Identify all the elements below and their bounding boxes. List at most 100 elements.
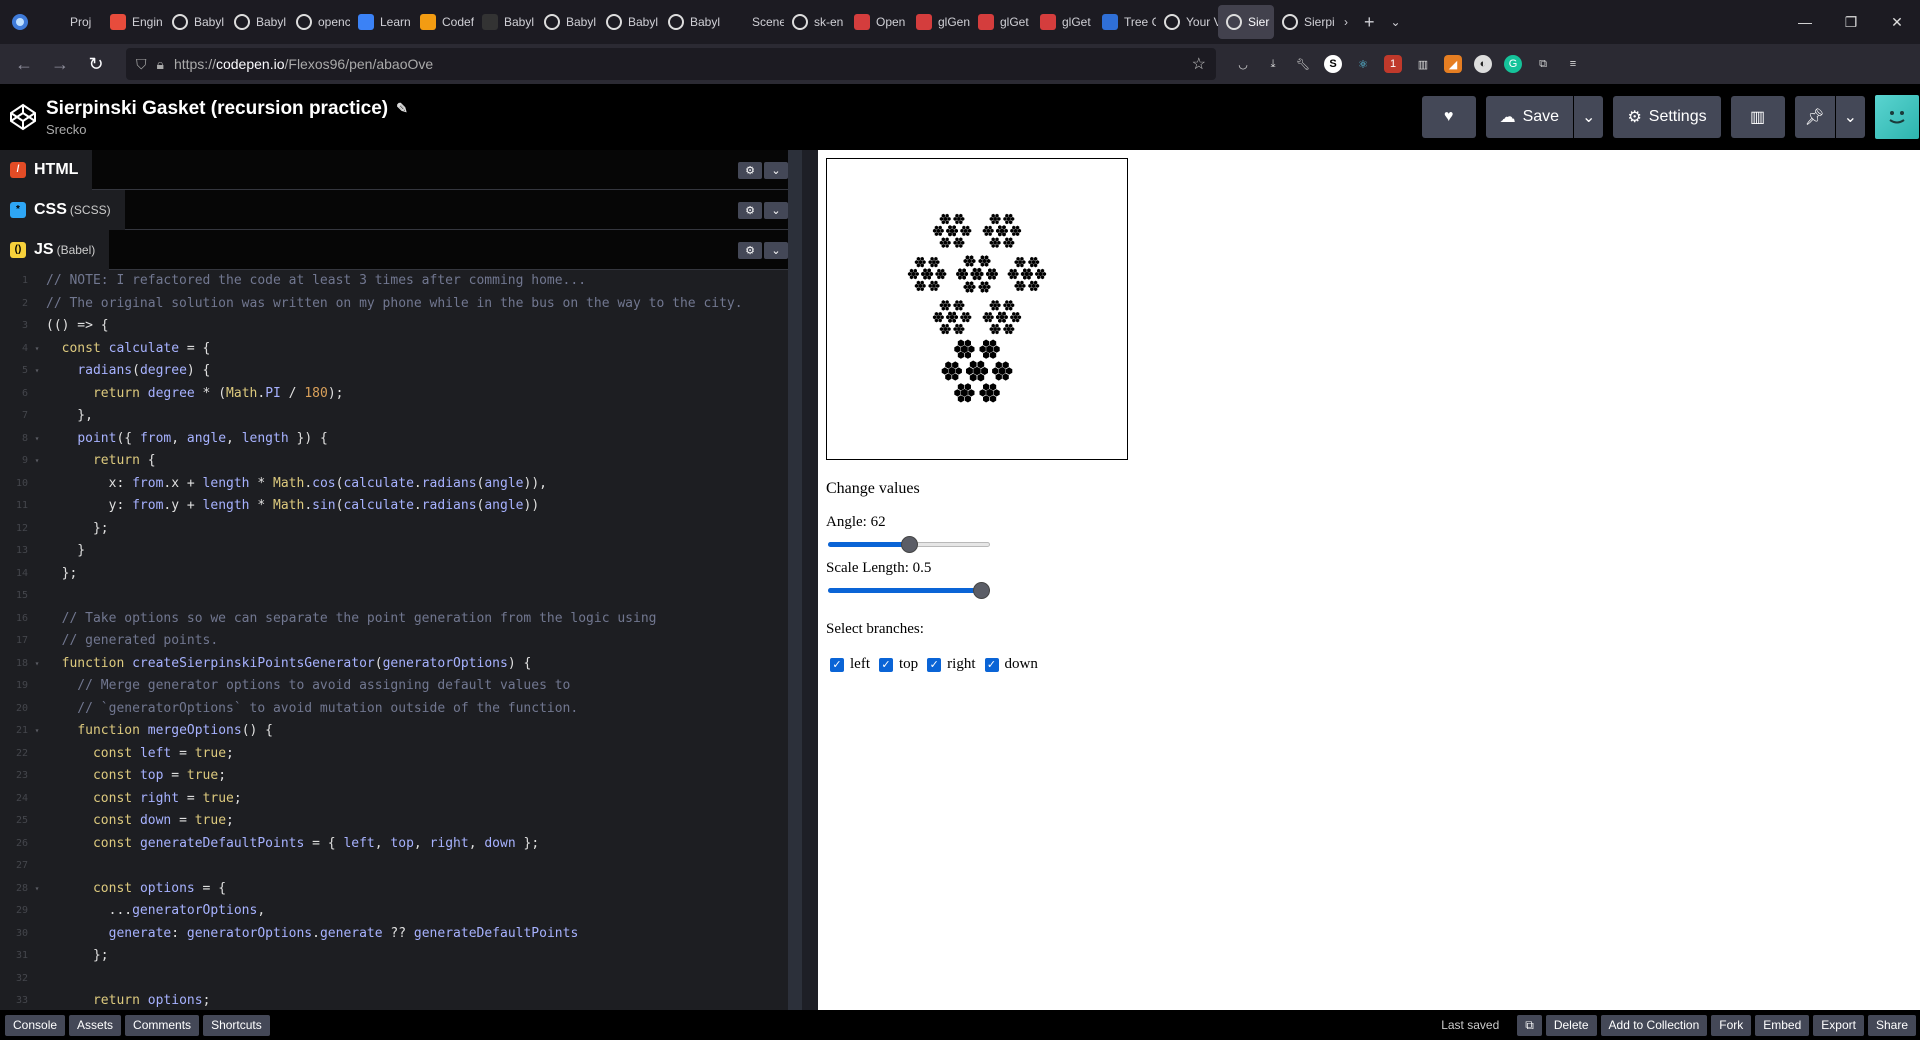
embed-button[interactable]: Embed	[1755, 1014, 1810, 1036]
checkbox-right[interactable]: ✓	[927, 657, 942, 672]
delete-button[interactable]: Delete	[1545, 1014, 1597, 1036]
angle-slider-thumb[interactable]	[901, 536, 918, 553]
browser-tab[interactable]: Babyl	[164, 5, 226, 39]
browser-tab[interactable]: Sierpi	[1274, 5, 1336, 39]
html-panel-chevron-icon[interactable]: ⌄	[764, 162, 788, 179]
wrench-icon[interactable]: 🔧︎	[1294, 55, 1312, 73]
fold-arrow-icon[interactable]	[28, 855, 46, 878]
code-line[interactable]: 30 generate: generatorOptions.generate ?…	[0, 923, 788, 946]
pin-options-chevron-icon[interactable]: ⌄	[1835, 96, 1865, 138]
save-button[interactable]: ☁ Save	[1485, 96, 1574, 138]
browser-tab[interactable]: Learn	[350, 5, 412, 39]
browser-tab[interactable]: Tree G	[1094, 5, 1156, 39]
code-line[interactable]: 12 };	[0, 518, 788, 541]
browser-tab[interactable]: glGet	[1032, 5, 1094, 39]
code-line[interactable]: 33 return options;	[0, 990, 788, 1010]
fold-arrow-icon[interactable]: ▾	[28, 450, 46, 473]
fold-arrow-icon[interactable]	[28, 405, 46, 428]
shortcuts-button[interactable]: Shortcuts	[203, 1014, 270, 1036]
columns-extension-icon[interactable]: ▥	[1414, 55, 1432, 73]
forward-arrow-icon[interactable]: →	[42, 48, 78, 80]
fold-arrow-icon[interactable]	[28, 518, 46, 541]
back-arrow-icon[interactable]: ←	[6, 48, 42, 80]
code-line[interactable]: 10 x: from.x + length * Math.cos(calcula…	[0, 473, 788, 496]
fold-arrow-icon[interactable]	[28, 540, 46, 563]
export-button[interactable]: Export	[1813, 1014, 1864, 1036]
fold-arrow-icon[interactable]	[28, 968, 46, 991]
fold-arrow-icon[interactable]	[28, 698, 46, 721]
code-line[interactable]: 17 // generated points.	[0, 630, 788, 653]
code-line[interactable]: 11 y: from.y + length * Math.sin(calcula…	[0, 495, 788, 518]
fold-arrow-icon[interactable]	[28, 495, 46, 518]
code-line[interactable]: 29 ...generatorOptions,	[0, 900, 788, 923]
love-button[interactable]: ♥	[1421, 96, 1476, 138]
code-line[interactable]: 20 // `generatorOptions` to avoid mutati…	[0, 698, 788, 721]
code-line[interactable]: 4 ▾ const calculate = {	[0, 338, 788, 361]
dark-reader-icon[interactable]: ◐	[1474, 55, 1492, 73]
browser-tab[interactable]: Engin	[102, 5, 164, 39]
browser-tab[interactable]: Babyl	[226, 5, 288, 39]
fold-arrow-icon[interactable]	[28, 315, 46, 338]
browser-tab[interactable]: Babyl	[536, 5, 598, 39]
js-panel-chevron-icon[interactable]: ⌄	[764, 242, 788, 259]
fold-arrow-icon[interactable]: ▾	[28, 360, 46, 383]
ublock-icon[interactable]: 1	[1384, 55, 1402, 73]
code-line[interactable]: 16 // Take options so we can separate th…	[0, 608, 788, 631]
lock-icon[interactable]: 🔒︎	[157, 56, 164, 73]
code-line[interactable]: 32	[0, 968, 788, 991]
layout-button[interactable]: ▥	[1730, 96, 1785, 138]
css-panel-chevron-icon[interactable]: ⌄	[764, 202, 788, 219]
pocket-icon[interactable]: ◡	[1234, 55, 1252, 73]
code-line[interactable]: 23 const top = true;	[0, 765, 788, 788]
checkbox-top[interactable]: ✓	[879, 657, 893, 672]
fold-arrow-icon[interactable]	[28, 833, 46, 856]
browser-tab[interactable]: Sier×	[1218, 5, 1274, 39]
browser-tab[interactable]: sk-en	[784, 5, 846, 39]
scale-length-slider-thumb[interactable]	[973, 582, 990, 599]
fold-arrow-icon[interactable]	[28, 765, 46, 788]
fold-arrow-icon[interactable]	[28, 473, 46, 496]
minimize-icon[interactable]: —	[1782, 0, 1828, 44]
fold-arrow-icon[interactable]: ▾	[28, 878, 46, 901]
checkbox-label-right[interactable]: right	[947, 656, 975, 673]
browser-tab[interactable]: glGet	[970, 5, 1032, 39]
codepen-logo-icon[interactable]	[0, 103, 46, 131]
js-code-editor[interactable]: 1 // NOTE: I refactored the code at least…	[0, 270, 788, 1010]
browser-tab[interactable]: Babyl	[660, 5, 722, 39]
fold-arrow-icon[interactable]	[28, 585, 46, 608]
scale-length-slider[interactable]	[828, 582, 990, 599]
code-line[interactable]: 8 ▾ point({ from, angle, length }) {	[0, 428, 788, 451]
fold-arrow-icon[interactable]	[28, 675, 46, 698]
fold-arrow-icon[interactable]: ▾	[28, 338, 46, 361]
app-menu-icon[interactable]: ≡	[1564, 55, 1582, 73]
code-line[interactable]: 6 return degree * (Math.PI / 180);	[0, 383, 788, 406]
restore-icon[interactable]: ❐	[1828, 0, 1874, 44]
settings-button[interactable]: ⚙ Settings	[1613, 96, 1721, 138]
code-line[interactable]: 1 // NOTE: I refactored the code at least…	[0, 270, 788, 293]
code-line[interactable]: 2 // The original solution was written on…	[0, 293, 788, 316]
avatar[interactable]	[1875, 95, 1919, 139]
add-to-collection-button[interactable]: Add to Collection	[1600, 1014, 1708, 1036]
code-line[interactable]: 31 };	[0, 945, 788, 968]
tab-scroll-right-icon[interactable]: ›	[1336, 5, 1356, 39]
browser-tab[interactable]: glGen	[908, 5, 970, 39]
fold-arrow-icon[interactable]	[28, 563, 46, 586]
fold-arrow-icon[interactable]	[28, 810, 46, 833]
pen-title[interactable]: Sierpinski Gasket (recursion practice)	[46, 98, 388, 120]
code-line[interactable]: 26 const generateDefaultPoints = { left,…	[0, 833, 788, 856]
code-line[interactable]: 5 ▾ radians(degree) {	[0, 360, 788, 383]
code-line[interactable]: 22 const left = true;	[0, 743, 788, 766]
browser-tab[interactable]: Babyl	[598, 5, 660, 39]
code-line[interactable]: 18 ▾ function createSierpinskiPointsGener…	[0, 653, 788, 676]
column-resize-handle[interactable]	[788, 150, 802, 1010]
colorpicker-extension-icon[interactable]: ◢	[1444, 55, 1462, 73]
browser-tab[interactable]: Your V	[1156, 5, 1218, 39]
console-button[interactable]: Console	[5, 1014, 66, 1036]
code-line[interactable]: 9 ▾ return {	[0, 450, 788, 473]
checkbox-label-left[interactable]: left	[850, 656, 870, 673]
pin-button[interactable]: 📌︎	[1794, 96, 1835, 138]
checkbox-down[interactable]: ✓	[984, 657, 999, 672]
code-line[interactable]: 28 ▾ const options = {	[0, 878, 788, 901]
code-line[interactable]: 25 const down = true;	[0, 810, 788, 833]
pen-author[interactable]: Srecko	[46, 122, 408, 137]
